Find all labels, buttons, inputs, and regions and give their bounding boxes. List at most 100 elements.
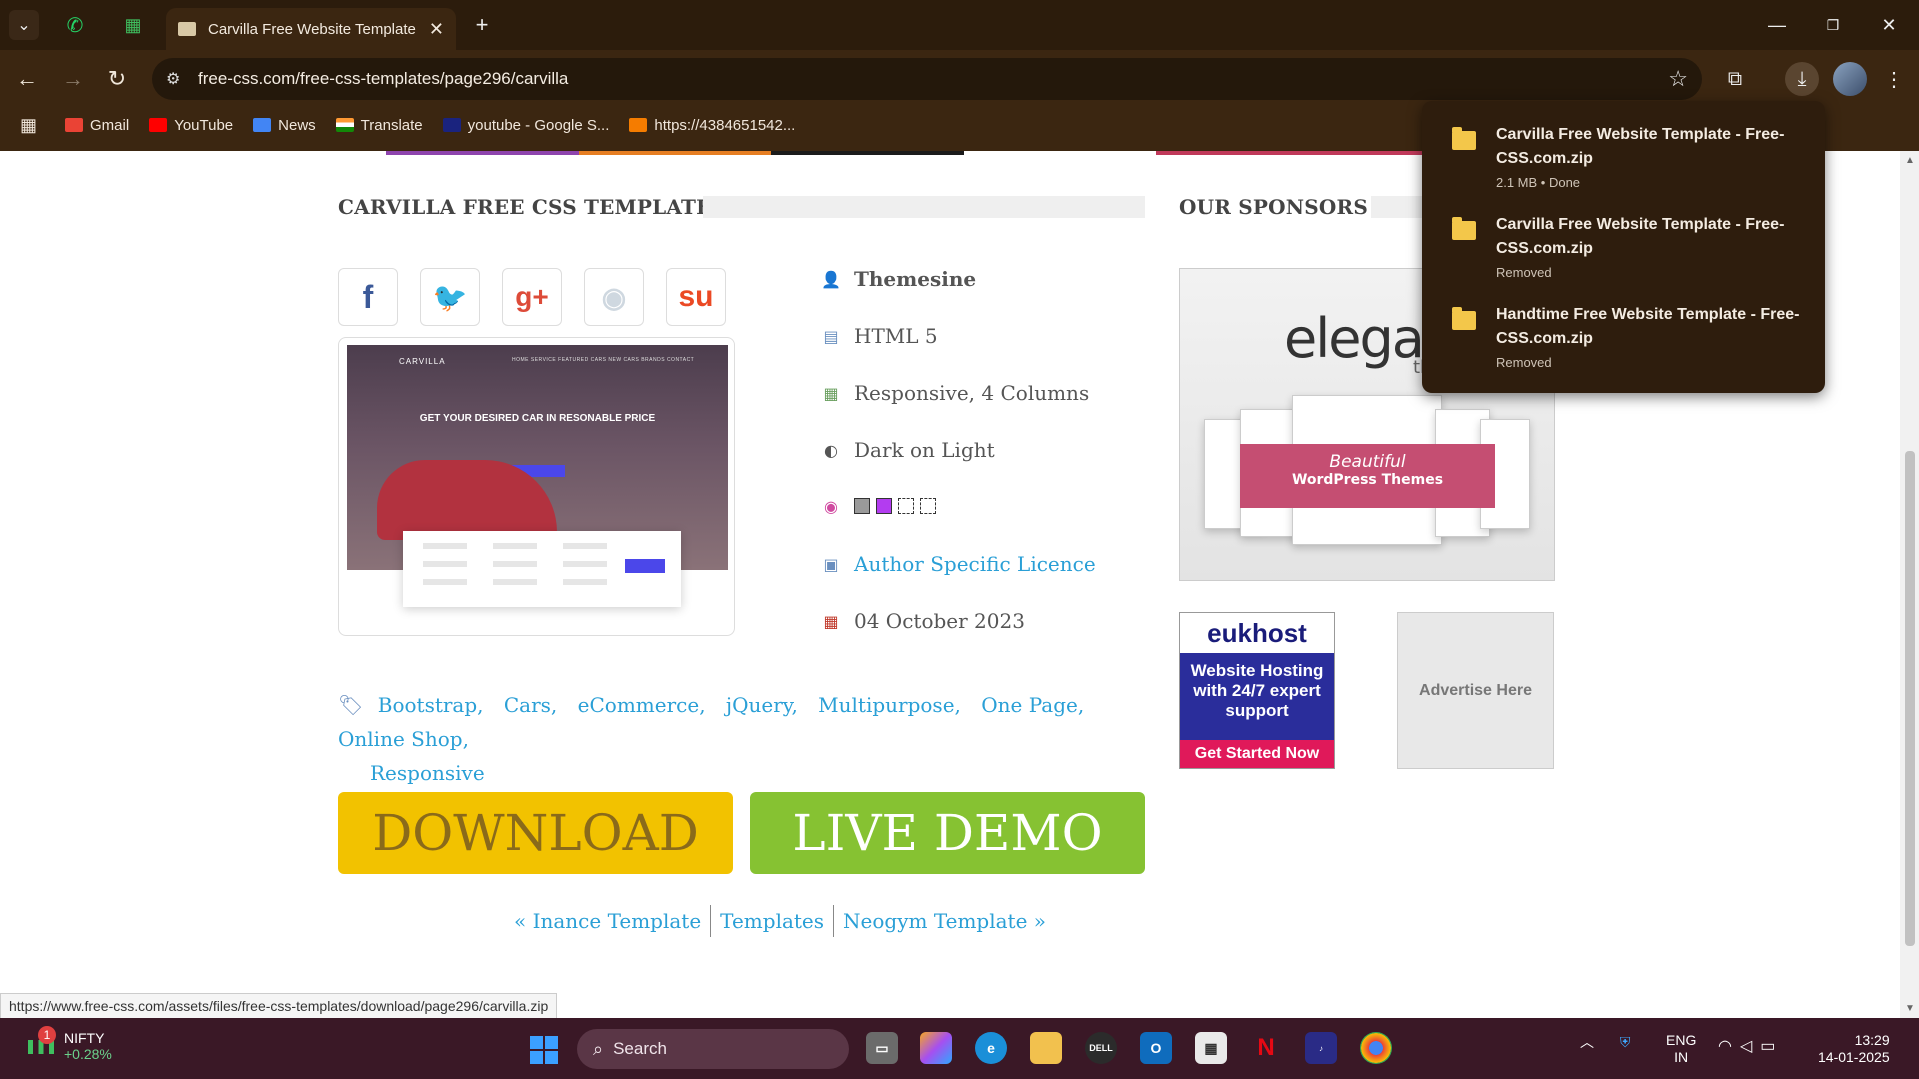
bookmark-translate[interactable]: Translate (335, 117, 423, 134)
notification-badge: 1 (38, 1026, 56, 1044)
restore-icon[interactable]: ❐ (1813, 10, 1853, 40)
page-scrollbar[interactable]: ▲ ▼ (1900, 151, 1919, 1018)
close-window-icon[interactable]: ✕ (1869, 10, 1909, 40)
edge-icon[interactable]: e (975, 1032, 1007, 1064)
new-tab-icon[interactable]: + (467, 10, 497, 40)
apps-grid-icon[interactable]: ▦ (20, 115, 37, 136)
file-explorer-icon[interactable] (1030, 1032, 1062, 1064)
scheme-value: Dark on Light (854, 438, 995, 462)
meta-author: 👤 Themesine (820, 267, 976, 291)
task-view-icon[interactable]: ▭ (866, 1032, 898, 1064)
menu-icon[interactable]: ⋮ (1877, 62, 1911, 96)
tag-link[interactable]: jQuery, (726, 693, 798, 717)
language-indicator[interactable]: ENG IN (1666, 1032, 1696, 1066)
tag-link[interactable]: One Page, (981, 693, 1084, 717)
tab-strip: ⌄ ✆ ▦ Carvilla Free Website Template | ✕… (0, 0, 1919, 50)
contrast-icon: ◐ (824, 440, 838, 460)
bookmark-youtube-search[interactable]: youtube - Google S... (442, 117, 609, 134)
tab-search-icon[interactable]: ⌄ (9, 10, 39, 40)
twitter-share-icon[interactable]: 🐦 (420, 268, 480, 326)
next-template-link[interactable]: Neogym Template » (835, 909, 1054, 941)
bookmark-gmail[interactable]: Gmail (65, 117, 129, 134)
bookmark-star-icon[interactable]: ☆ (1668, 66, 1688, 92)
pager-divider (833, 905, 835, 937)
dell-icon[interactable]: DELL (1085, 1032, 1117, 1064)
tray-expand-icon[interactable]: ︿ (1580, 1034, 1594, 1050)
color-swatch (920, 498, 936, 514)
ticker-change: +0.28% (64, 1046, 112, 1062)
eukhost-ad[interactable]: eukhost Website Hosting with 24/7 expert… (1179, 612, 1335, 769)
chrome-icon[interactable] (1360, 1032, 1392, 1064)
copilot-icon[interactable] (920, 1032, 952, 1064)
release-date: 04 October 2023 (854, 609, 1025, 633)
network-volume-battery[interactable]: ◠◁▭ (1718, 1036, 1783, 1056)
downloads-icon[interactable]: ⤓ (1785, 62, 1819, 96)
microsoft-store-icon[interactable]: ▦ (1195, 1032, 1227, 1064)
reload-icon[interactable]: ↻ (100, 62, 134, 96)
bookmark-link[interactable]: https://4384651542... (629, 117, 795, 134)
html-version: HTML 5 (854, 324, 938, 348)
sheets-pinned-tab-icon[interactable]: ▦ (118, 10, 148, 40)
back-icon[interactable]: ← (10, 62, 44, 96)
reddit-share-icon[interactable]: ◉ (584, 268, 644, 326)
whatsapp-pinned-tab-icon[interactable]: ✆ (60, 10, 90, 40)
tag-link[interactable]: Multipurpose, (818, 693, 961, 717)
volume-icon: ◁ (1739, 1038, 1761, 1055)
address-bar[interactable]: ⚙ free-css.com/free-css-templates/page29… (152, 58, 1702, 100)
download-file-name[interactable]: Carvilla Free Website Template - Free-CS… (1496, 123, 1816, 171)
layout-value: Responsive, 4 Columns (854, 381, 1090, 405)
taskbar-search[interactable]: ⌕ Search (577, 1029, 849, 1069)
facebook-share-icon[interactable]: f (338, 268, 398, 326)
tag-link[interactable]: Cars, (504, 693, 557, 717)
site-info-icon[interactable]: ⚙ (166, 69, 188, 89)
close-tab-icon[interactable]: ✕ (429, 19, 444, 40)
licence-link[interactable]: Author Specific Licence (854, 552, 1096, 576)
bookmark-news[interactable]: News (253, 117, 316, 134)
netflix-icon[interactable]: N (1250, 1032, 1282, 1064)
forward-icon[interactable]: → (56, 62, 90, 96)
extensions-icon[interactable]: ⧉ (1718, 62, 1752, 96)
tag-link[interactable]: Online Shop, (338, 727, 469, 751)
market-ticker-widget[interactable]: 1 NIFTY +0.28% (28, 1026, 112, 1062)
sponsors-title: OUR SPONSORS (1179, 195, 1368, 219)
downloads-bubble: Carvilla Free Website Template - Free-CS… (1422, 101, 1825, 393)
system-clock[interactable]: 13:29 14-01-2025 (1818, 1032, 1890, 1066)
tag-link[interactable]: Bootstrap, (378, 693, 484, 717)
outlook-icon[interactable]: O (1140, 1032, 1172, 1064)
bookmark-youtube[interactable]: YouTube (149, 117, 233, 134)
templates-link[interactable]: Templates (712, 909, 832, 941)
scroll-down-icon[interactable]: ▼ (1905, 1003, 1915, 1014)
active-tab[interactable]: Carvilla Free Website Template | ✕ (166, 8, 456, 50)
bookmark-label: YouTube (174, 116, 234, 134)
language-code: ENG (1666, 1032, 1697, 1048)
wifi-icon: ◠ (1718, 1038, 1740, 1055)
stumbleupon-share-icon[interactable]: su (666, 268, 726, 326)
download-button[interactable]: DOWNLOAD (338, 792, 733, 874)
scroll-thumb[interactable] (1905, 451, 1915, 946)
prev-template-link[interactable]: « Inance Template (506, 909, 709, 941)
minimize-icon[interactable]: — (1757, 10, 1797, 40)
licence-icon: ▣ (823, 554, 839, 574)
region-code: IN (1674, 1049, 1689, 1065)
bookmark-label: Gmail (90, 116, 130, 134)
advertise-here-slot[interactable]: Advertise Here (1397, 612, 1554, 769)
defender-icon[interactable]: ⛨ (1620, 1034, 1631, 1050)
preview-search-button (625, 559, 665, 573)
taskbar-search-label: Search (613, 1039, 667, 1058)
download-file-name[interactable]: Carvilla Free Website Template - Free-CS… (1496, 213, 1816, 261)
scroll-up-icon[interactable]: ▲ (1905, 155, 1915, 166)
news-icon (253, 118, 272, 132)
tag-link[interactable]: eCommerce, (578, 693, 706, 717)
search-icon: ⌕ (593, 1038, 604, 1059)
tag-link[interactable]: Responsive (370, 761, 485, 785)
profile-avatar[interactable] (1833, 62, 1867, 96)
template-preview-card[interactable]: CARVILLA HOME SERVICE FEATURED CARS NEW … (338, 337, 735, 636)
live-demo-button[interactable]: LIVE DEMO (750, 792, 1145, 874)
eukhost-cta[interactable]: Get Started Now (1180, 740, 1334, 768)
download-file-name[interactable]: Handtime Free Website Template - Free-CS… (1496, 303, 1816, 351)
google-plus-share-icon[interactable]: g+ (502, 268, 562, 326)
windows-start-icon[interactable] (530, 1036, 558, 1064)
address-url[interactable]: free-css.com/free-css-templates/page296/… (198, 69, 1668, 89)
amazon-music-icon[interactable]: ♪ (1305, 1032, 1337, 1064)
windows-taskbar: 1 NIFTY +0.28% ⌕ Search ▭ e DELL O ▦ N ♪… (0, 1018, 1919, 1079)
